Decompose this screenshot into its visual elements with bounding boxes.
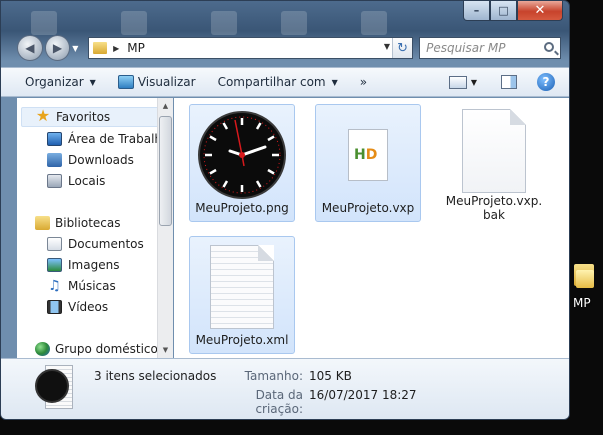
maximize-button[interactable]: □ <box>490 1 517 21</box>
sidebar-group-libraries[interactable]: Bibliotecas <box>35 213 120 233</box>
scrollbar-thumb[interactable] <box>159 116 172 226</box>
size-label: Tamanho: <box>244 369 303 383</box>
organize-menu[interactable]: Organizar ▼ <box>25 75 96 89</box>
selection-count: 3 itens selecionados <box>94 369 217 383</box>
file-list[interactable]: MeuProjeto.png HD MeuProjeto.vxp MeuProj… <box>174 98 569 358</box>
sidebar-group-homegroup[interactable]: Grupo doméstico <box>35 339 158 358</box>
images-icon <box>47 258 62 272</box>
explorer-window: – □ ✕ ◀ ▶ ▼ ▶ MP ▼ ↻ Pesquisar MP Organi… <box>0 0 570 420</box>
documents-icon <box>47 237 62 251</box>
blank-document-icon <box>462 109 526 193</box>
file-item-png[interactable]: MeuProjeto.png <box>189 104 295 222</box>
downloads-icon <box>47 153 62 167</box>
scroll-down-icon[interactable]: ▼ <box>158 342 173 358</box>
star-icon: ★ <box>35 106 51 125</box>
sidebar-item-label: Área de Trabalho <box>68 132 170 146</box>
folder-icon <box>93 42 108 54</box>
clock-thumbnail-icon <box>198 111 286 199</box>
minimize-button[interactable]: – <box>463 1 490 21</box>
recent-pages-dropdown[interactable]: ▼ <box>72 44 86 53</box>
close-button[interactable]: ✕ <box>517 1 563 21</box>
sidebar-item-videos[interactable]: Vídeos <box>47 297 108 317</box>
sidebar-item-label: Locais <box>68 174 106 188</box>
sidebar-group-favorites[interactable]: ★ Favoritos <box>35 107 110 127</box>
video-icon <box>47 300 62 314</box>
scroll-up-icon[interactable]: ▲ <box>158 98 173 114</box>
sidebar-item-downloads[interactable]: Downloads <box>47 150 134 170</box>
share-label: Compartilhar com <box>217 75 326 89</box>
homegroup-label: Grupo doméstico <box>55 342 158 356</box>
sidebar-item-images[interactable]: Imagens <box>47 255 119 275</box>
sidebar-item-documents[interactable]: Documentos <box>47 234 144 254</box>
size-value: 105 KB <box>309 369 352 383</box>
caption-buttons: – □ ✕ <box>463 1 563 21</box>
libraries-icon <box>35 216 50 230</box>
sidebar-item-label: Vídeos <box>68 300 109 314</box>
sidebar-item-label: Documentos <box>68 237 144 251</box>
address-dropdown-icon[interactable]: ▼ <box>384 42 390 51</box>
more-label: » <box>359 75 368 89</box>
preview-icon <box>117 75 134 89</box>
file-item-vxp[interactable]: HD MeuProjeto.vxp <box>315 104 421 222</box>
created-date-label: Data da criação: <box>255 388 303 416</box>
navigation-pane: ★ Favoritos Área de Trabalho Downloads L… <box>17 98 173 358</box>
file-item-xml[interactable]: MeuProjeto.xml <box>189 236 295 354</box>
homegroup-icon <box>35 342 50 356</box>
sidebar-item-desktop[interactable]: Área de Trabalho <box>47 129 169 149</box>
file-item-bak[interactable]: MeuProjeto.vxp.bak <box>441 104 547 222</box>
search-placeholder: Pesquisar MP <box>426 41 506 55</box>
file-name: MeuProjeto.vxp <box>321 201 415 215</box>
navpane-scrollbar[interactable]: ▲ ▼ <box>157 98 173 358</box>
chevron-down-icon: ▼ <box>331 77 338 87</box>
chevron-down-icon: ▼ <box>89 77 96 87</box>
breadcrumb-separator-icon[interactable]: ▶ <box>113 44 119 53</box>
back-button[interactable]: ◀ <box>17 35 43 61</box>
toolbar-right: ▼ ? <box>448 73 555 91</box>
sidebar-item-label: Downloads <box>68 153 134 167</box>
organize-label: Organizar <box>25 75 84 89</box>
title-bar[interactable] <box>31 5 451 35</box>
view-label: Visualizar <box>137 75 196 89</box>
desktop-folder-icon[interactable] <box>570 262 594 288</box>
back-arrow-icon: ◀ <box>25 41 35 55</box>
forward-button[interactable]: ▶ <box>44 35 71 61</box>
desktop-icon <box>47 132 62 146</box>
search-input[interactable]: Pesquisar MP <box>419 37 562 59</box>
sidebar-item-label: Músicas <box>68 279 116 293</box>
music-icon: ♫ <box>48 278 61 294</box>
sidebar-item-label: Imagens <box>68 258 120 272</box>
navigation-row: ◀ ▶ ▼ ▶ MP ▼ ↻ Pesquisar MP <box>17 35 562 61</box>
view-options-dropdown[interactable]: ▼ <box>471 78 477 87</box>
address-bar[interactable]: ▶ MP ▼ ↻ <box>88 37 414 59</box>
selection-thumbnail-icon <box>35 365 75 413</box>
sidebar-item-places[interactable]: Locais <box>47 171 105 191</box>
refresh-icon: ↻ <box>397 40 409 56</box>
file-name: MeuProjeto.png <box>195 201 289 215</box>
libraries-label: Bibliotecas <box>55 216 121 230</box>
refresh-button[interactable]: ↻ <box>392 38 413 58</box>
created-date-value: 16/07/2017 18:27 <box>309 388 417 402</box>
command-bar: Organizar ▼ Visualizar Compartilhar com … <box>1 67 569 97</box>
forward-arrow-icon: ▶ <box>52 41 63 55</box>
view-button[interactable]: Visualizar <box>117 75 196 89</box>
more-commands-button[interactable]: » <box>360 75 367 89</box>
details-pane: 3 itens selecionados Tamanho: 105 KB Dat… <box>1 358 569 419</box>
share-menu[interactable]: Compartilhar com ▼ <box>218 75 338 89</box>
desktop-folder-label: MP <box>573 296 591 310</box>
preview-pane-icon[interactable] <box>501 75 517 89</box>
sidebar-item-music[interactable]: ♫ Músicas <box>47 276 116 296</box>
favorites-label: Favoritos <box>56 110 111 124</box>
search-icon[interactable] <box>544 42 555 52</box>
vxp-document-icon: HD <box>348 129 388 181</box>
breadcrumb-mp[interactable]: MP <box>127 41 145 55</box>
change-view-icon[interactable] <box>448 75 467 89</box>
help-icon[interactable]: ? <box>537 73 555 91</box>
text-document-icon <box>210 245 274 329</box>
places-icon <box>47 174 62 188</box>
file-name: MeuProjeto.vxp.bak <box>445 194 543 222</box>
file-name: MeuProjeto.xml <box>195 333 289 347</box>
